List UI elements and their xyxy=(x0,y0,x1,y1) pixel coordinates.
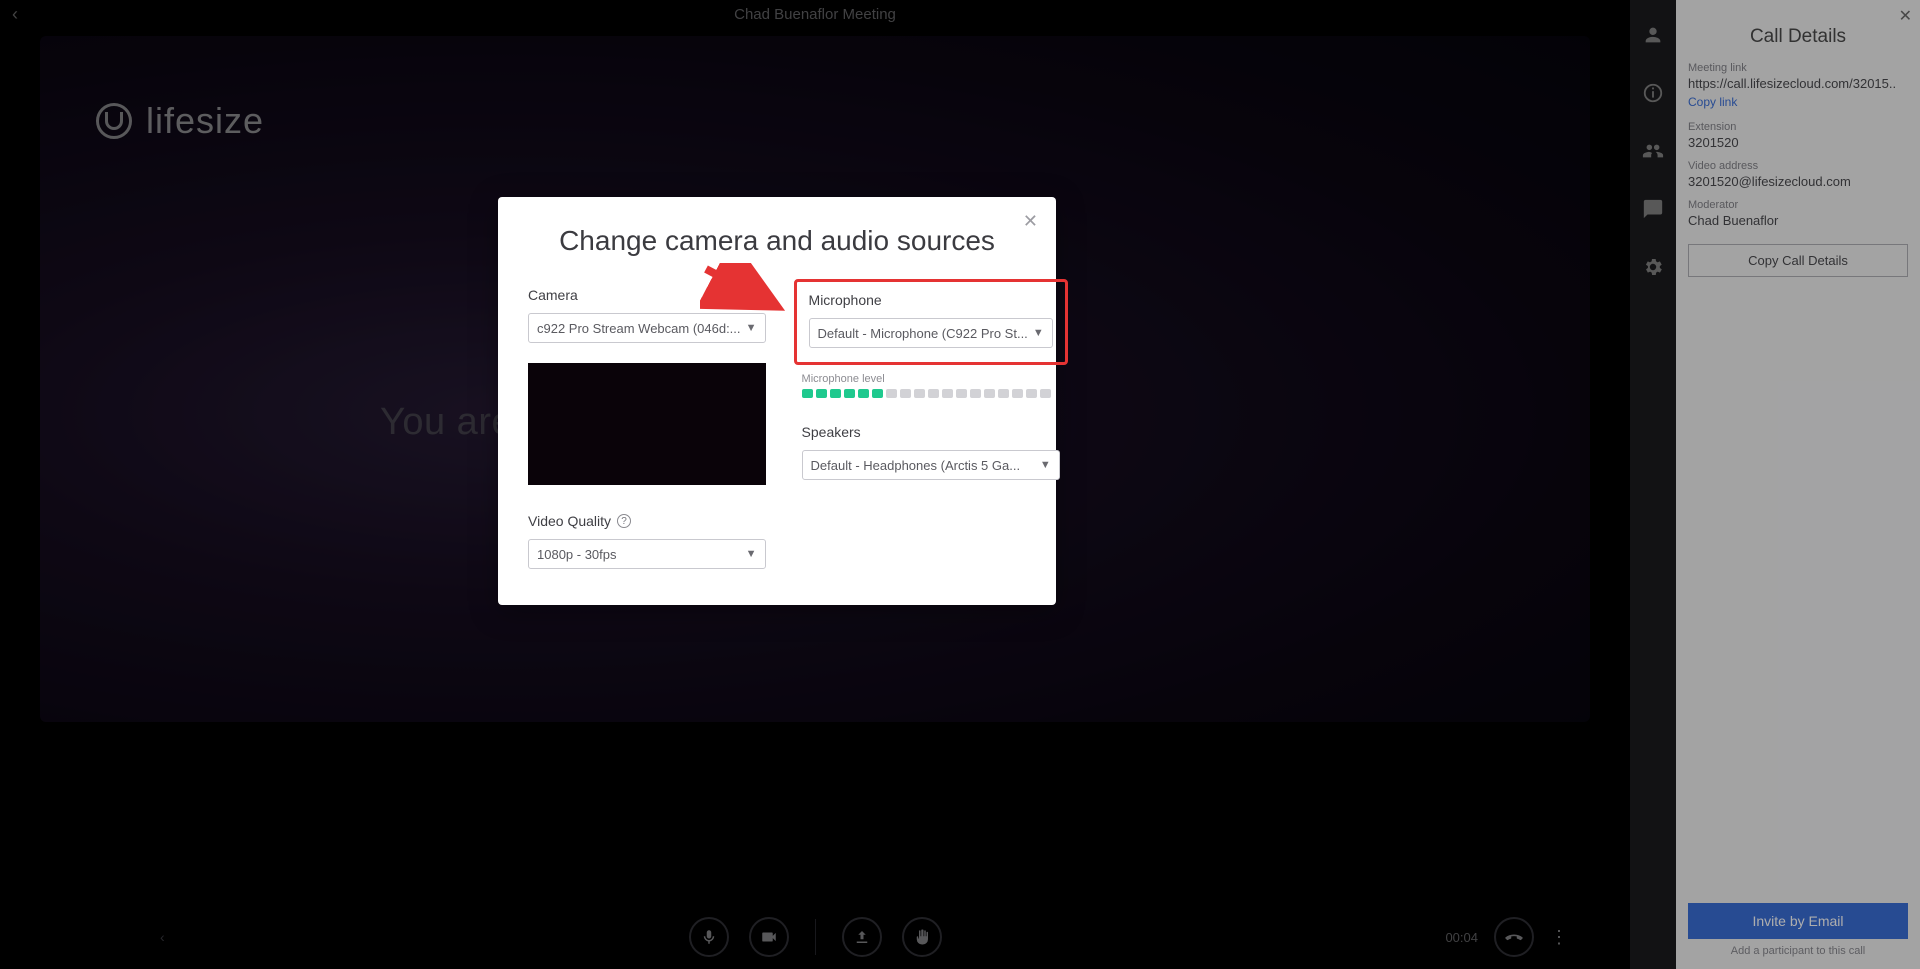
extension-label: Extension xyxy=(1688,121,1908,133)
chevron-down-icon: ▼ xyxy=(1040,459,1051,471)
camera-preview xyxy=(528,363,766,485)
people-icon[interactable] xyxy=(1642,140,1664,162)
modal-title: Change camera and audio sources xyxy=(528,225,1026,257)
mic-level-segment xyxy=(900,389,911,398)
speakers-select[interactable]: Default - Headphones (Arctis 5 Ga... ▼ xyxy=(802,450,1060,480)
video-quality-label-text: Video Quality xyxy=(528,513,611,529)
share-icon xyxy=(853,928,871,946)
mic-level-segment xyxy=(1026,389,1037,398)
invite-by-email-button[interactable]: Invite by Email xyxy=(1688,903,1908,939)
speakers-select-value: Default - Headphones (Arctis 5 Ga... xyxy=(811,458,1021,473)
right-control-cluster: 00:04 ⋮ xyxy=(1445,917,1570,957)
speakers-label: Speakers xyxy=(802,424,1060,440)
logo-text: lifesize xyxy=(146,100,264,142)
mute-mic-button[interactable] xyxy=(689,917,729,957)
camera-column: Camera c922 Pro Stream Webcam (046d:... … xyxy=(528,287,766,569)
more-options-button[interactable]: ⋮ xyxy=(1550,927,1570,948)
control-separator xyxy=(815,919,816,955)
participant-icon[interactable] xyxy=(1642,24,1664,46)
moderator-value: Chad Buenaflor xyxy=(1688,213,1908,228)
chevron-down-icon: ▼ xyxy=(746,322,757,334)
panel-title: Call Details xyxy=(1688,26,1908,48)
camera-label: Camera xyxy=(528,287,766,303)
mic-level-segment xyxy=(858,389,869,398)
extension-value: 3201520 xyxy=(1688,135,1908,150)
video-quality-label: Video Quality ? xyxy=(528,513,766,529)
mic-level-segment xyxy=(816,389,827,398)
share-screen-button[interactable] xyxy=(842,917,882,957)
raise-hand-button[interactable] xyxy=(902,917,942,957)
mic-level-segment xyxy=(1040,389,1051,398)
mic-level-segment xyxy=(984,389,995,398)
chat-icon[interactable] xyxy=(1642,198,1664,220)
end-call-button[interactable] xyxy=(1494,917,1534,957)
video-quality-select[interactable]: 1080p - 30fps ▼ xyxy=(528,539,766,569)
microphone-label: Microphone xyxy=(809,292,1053,308)
mic-level-segment xyxy=(872,389,883,398)
mic-level-meter xyxy=(802,389,1060,398)
close-modal-icon[interactable]: ✕ xyxy=(1023,211,1038,232)
right-rail xyxy=(1630,0,1676,969)
settings-icon[interactable] xyxy=(1642,256,1664,278)
microphone-select-value: Default - Microphone (C922 Pro St... xyxy=(818,326,1028,341)
copy-link[interactable]: Copy link xyxy=(1688,95,1908,109)
toggle-camera-button[interactable] xyxy=(749,917,789,957)
copy-call-details-button[interactable]: Copy Call Details xyxy=(1688,244,1908,277)
microphone-column: Microphone Default - Microphone (C922 Pr… xyxy=(802,287,1060,569)
lifesize-logo: lifesize xyxy=(96,100,264,142)
moderator-label: Moderator xyxy=(1688,199,1908,211)
mic-level-segment xyxy=(970,389,981,398)
call-details-panel: ✕ Call Details Meeting link https://call… xyxy=(1676,0,1920,969)
change-sources-modal: ✕ Change camera and audio sources Camera… xyxy=(498,197,1056,605)
call-timer: 00:04 xyxy=(1445,930,1478,945)
chevron-down-icon: ▼ xyxy=(746,548,757,560)
camera-icon xyxy=(760,928,778,946)
mic-level-segment xyxy=(802,389,813,398)
camera-select-value: c922 Pro Stream Webcam (046d:... xyxy=(537,321,741,336)
collapse-icon[interactable]: ‹ xyxy=(160,929,165,945)
meeting-link-value: https://call.lifesizecloud.com/32015.. xyxy=(1688,76,1908,91)
mic-level-segment xyxy=(998,389,1009,398)
back-icon[interactable]: ‹ xyxy=(12,4,18,25)
mic-level-segment xyxy=(1012,389,1023,398)
meeting-link-label: Meeting link xyxy=(1688,62,1908,74)
invite-footnote: Add a participant to this call xyxy=(1688,945,1908,957)
help-icon[interactable]: ? xyxy=(617,514,631,528)
mic-level-segment xyxy=(830,389,841,398)
mic-level-segment xyxy=(886,389,897,398)
mic-level-segment xyxy=(956,389,967,398)
close-panel-icon[interactable]: ✕ xyxy=(1899,6,1912,26)
topbar: ‹ Chad Buenaflor Meeting xyxy=(0,0,1630,28)
mic-level-segment xyxy=(914,389,925,398)
hand-icon xyxy=(913,928,931,946)
logo-mark-icon xyxy=(96,103,132,139)
chevron-down-icon: ▼ xyxy=(1033,327,1044,339)
mic-level-segment xyxy=(942,389,953,398)
meeting-title: Chad Buenaflor Meeting xyxy=(734,6,896,23)
video-address-value: 3201520@lifesizecloud.com xyxy=(1688,174,1908,189)
mic-level-segment xyxy=(844,389,855,398)
info-icon[interactable] xyxy=(1642,82,1664,104)
microphone-select[interactable]: Default - Microphone (C922 Pro St... ▼ xyxy=(809,318,1053,348)
camera-select[interactable]: c922 Pro Stream Webcam (046d:... ▼ xyxy=(528,313,766,343)
mic-level-segment xyxy=(928,389,939,398)
call-controls: ‹ 00:04 ⋮ xyxy=(0,905,1630,969)
video-quality-value: 1080p - 30fps xyxy=(537,547,617,562)
mic-level-label: Microphone level xyxy=(802,373,1060,385)
hangup-icon xyxy=(1504,927,1524,947)
video-address-label: Video address xyxy=(1688,160,1908,172)
mic-icon xyxy=(700,928,718,946)
microphone-highlight: Microphone Default - Microphone (C922 Pr… xyxy=(794,279,1068,365)
